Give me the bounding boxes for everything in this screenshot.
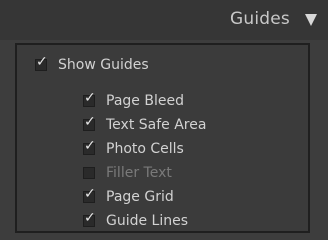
guide-option-guide-lines[interactable]: ✓ Guide Lines	[83, 209, 206, 233]
guide-option-label: Page Grid	[106, 189, 174, 205]
collapse-triangle-icon[interactable]	[305, 14, 317, 26]
guide-option-page-grid[interactable]: ✓ Page Grid	[83, 185, 206, 209]
check-icon: ✓	[84, 138, 96, 154]
guide-option-label: Guide Lines	[106, 213, 189, 229]
show-guides-checkbox-row[interactable]: ✓ Show Guides	[35, 55, 149, 75]
guide-option-label: Page Bleed	[106, 93, 184, 109]
check-icon: ✓	[84, 114, 96, 130]
page-bleed-checkbox[interactable]: ✓	[83, 91, 96, 107]
panel-title: Guides	[230, 9, 290, 29]
guide-option-text-safe-area[interactable]: ✓ Text Safe Area	[83, 113, 206, 137]
guide-option-page-bleed[interactable]: ✓ Page Bleed	[83, 89, 206, 113]
text-safe-area-checkbox[interactable]: ✓	[83, 115, 96, 131]
guide-option-label: Photo Cells	[106, 141, 184, 157]
guide-option-photo-cells[interactable]: ✓ Photo Cells	[83, 137, 206, 161]
panel-header[interactable]: Guides	[0, 0, 328, 40]
photo-cells-checkbox[interactable]: ✓	[83, 139, 96, 155]
check-icon: ✓	[84, 210, 96, 226]
guide-lines-checkbox[interactable]: ✓	[83, 211, 96, 227]
show-guides-checkbox[interactable]: ✓	[35, 55, 48, 71]
guides-panel: Guides ✓ Show Guides ✓ Page Bleed ✓ Text…	[0, 0, 328, 240]
check-icon: ✓	[84, 90, 96, 106]
guide-option-label: Text Safe Area	[106, 117, 207, 133]
guides-list: ✓ Page Bleed ✓ Text Safe Area ✓ Photo Ce…	[83, 89, 206, 233]
filler-text-checkbox[interactable]: ✓	[83, 167, 95, 179]
guide-option-filler-text[interactable]: ✓ Filler Text	[83, 161, 206, 185]
check-icon: ✓	[36, 54, 48, 70]
check-icon: ✓	[84, 186, 96, 202]
guides-options-box: ✓ Show Guides ✓ Page Bleed ✓ Text Safe A…	[15, 43, 310, 233]
page-grid-checkbox[interactable]: ✓	[83, 187, 96, 203]
show-guides-label: Show Guides	[58, 57, 149, 73]
guide-option-label: Filler Text	[106, 165, 172, 181]
